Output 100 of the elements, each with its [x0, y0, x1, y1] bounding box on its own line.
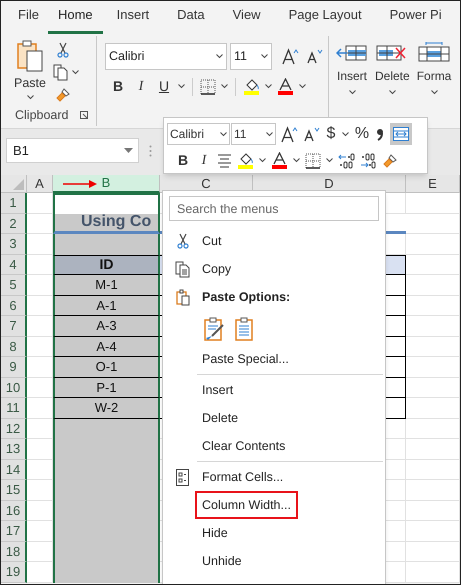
cells-button[interactable]: Forma: [416, 42, 452, 95]
column-header[interactable]: A: [27, 175, 53, 193]
caret-icon[interactable]: [259, 158, 266, 163]
cells-button[interactable]: Insert: [336, 42, 368, 95]
autofit-icon[interactable]: [393, 127, 409, 141]
row-header[interactable]: 15: [1, 480, 27, 500]
row-header[interactable]: 11: [1, 398, 27, 418]
caret-icon[interactable]: [430, 90, 438, 95]
format-painter-icon[interactable]: [55, 87, 71, 103]
bold-button[interactable]: B: [109, 76, 127, 97]
increase-decimal-icon[interactable]: [360, 152, 377, 168]
fill-color-icon[interactable]: [243, 78, 260, 95]
font-size-field[interactable]: 11: [230, 43, 272, 70]
caret-icon[interactable]: [326, 158, 333, 163]
decrease-decimal-icon[interactable]: [338, 152, 355, 168]
menu-item[interactable]: Format Cells...: [202, 468, 284, 486]
dialog-launcher-icon[interactable]: [80, 111, 88, 119]
font-size-field[interactable]: 11: [231, 123, 276, 145]
borders-icon[interactable]: [200, 78, 216, 94]
caret-icon[interactable]: [221, 84, 228, 89]
italic-button[interactable]: I: [132, 76, 150, 97]
row-header[interactable]: 5: [1, 275, 27, 296]
row-header[interactable]: 8: [1, 336, 27, 357]
row-header[interactable]: 18: [1, 542, 27, 562]
comma-style-icon[interactable]: [375, 126, 385, 142]
copy-icon: [174, 260, 190, 278]
row-header[interactable]: 19: [1, 562, 27, 582]
caret-icon[interactable]: [72, 70, 79, 75]
menu-item[interactable]: Column Width...: [195, 490, 298, 520]
caret-icon[interactable]: [216, 54, 223, 59]
row-header[interactable]: 1: [1, 193, 27, 214]
search-field[interactable]: Search the menus: [169, 196, 379, 221]
caret-icon[interactable]: [348, 90, 356, 95]
paste-values-icon[interactable]: [235, 316, 253, 340]
sheet-cell[interactable]: [53, 562, 160, 582]
row-header[interactable]: 17: [1, 521, 27, 542]
row-header[interactable]: 16: [1, 500, 27, 521]
row-header[interactable]: 7: [1, 316, 27, 336]
sheet-cell[interactable]: [53, 234, 160, 254]
ribbon-tab[interactable]: View: [218, 4, 275, 34]
increase-font-size-icon[interactable]: [282, 48, 299, 65]
caret-icon[interactable]: [26, 94, 34, 100]
row-header[interactable]: 13: [1, 439, 27, 460]
bold-button[interactable]: B: [175, 150, 191, 171]
ribbon-tab[interactable]: File: [9, 4, 48, 34]
align-center-icon[interactable]: [217, 154, 232, 168]
drag-handle-icon[interactable]: [149, 145, 152, 157]
ribbon-tab[interactable]: Page Layout: [274, 4, 376, 34]
copy-icon[interactable]: [53, 64, 69, 81]
ribbon-tab[interactable]: Data: [163, 4, 219, 34]
name-box[interactable]: B1: [6, 138, 139, 163]
caret-icon[interactable]: [299, 84, 306, 89]
caret-icon[interactable]: [266, 132, 273, 136]
percent-button[interactable]: %: [354, 122, 370, 146]
borders-icon[interactable]: [305, 152, 321, 168]
currency-button[interactable]: $: [325, 122, 337, 146]
column-header[interactable]: B: [53, 175, 160, 193]
ribbon-tab[interactable]: Insert: [102, 4, 164, 34]
row-header[interactable]: 4: [1, 254, 27, 275]
font-color-icon[interactable]: [277, 78, 294, 95]
row-header[interactable]: 12: [1, 418, 27, 439]
menu-item[interactable]: Clear Contents: [202, 436, 286, 456]
column-header[interactable]: E: [406, 175, 460, 193]
caret-icon[interactable]: [342, 132, 349, 136]
sheet-cell[interactable]: [53, 193, 160, 214]
caret-icon[interactable]: [178, 84, 185, 89]
italic-button[interactable]: I: [196, 150, 212, 171]
menu-item[interactable]: Paste Special...: [202, 350, 289, 368]
fill-color-icon[interactable]: [237, 152, 254, 169]
row-header[interactable]: 6: [1, 296, 27, 316]
cells-button[interactable]: Delete: [375, 42, 410, 95]
sheet-cell[interactable]: [53, 418, 160, 439]
menu-item[interactable]: Delete: [202, 408, 238, 428]
caret-icon[interactable]: [293, 158, 300, 163]
underline-button[interactable]: U: [155, 76, 173, 97]
paste-button[interactable]: Paste: [13, 40, 47, 108]
format-painter-icon[interactable]: [382, 152, 398, 168]
menu-item[interactable]: Hide: [202, 524, 228, 542]
menu-item[interactable]: Insert: [202, 380, 234, 400]
caret-icon[interactable]: [220, 132, 227, 136]
row-header[interactable]: 9: [1, 357, 27, 378]
row-header[interactable]: 14: [1, 460, 27, 480]
increase-font-size-icon[interactable]: [281, 126, 298, 142]
caret-icon[interactable]: [261, 54, 268, 59]
scissors-icon[interactable]: [57, 42, 69, 58]
row-header[interactable]: 2: [1, 214, 27, 234]
caret-icon[interactable]: [388, 90, 396, 95]
paste-formatting-icon[interactable]: [203, 316, 225, 340]
font-name-field[interactable]: Calibri: [167, 123, 230, 145]
decrease-font-size-icon[interactable]: [306, 48, 323, 65]
caret-icon[interactable]: [265, 84, 272, 89]
ribbon-tab[interactable]: Power Pi: [376, 4, 456, 34]
font-color-icon[interactable]: [271, 152, 288, 169]
menu-item[interactable]: Copy: [202, 260, 232, 278]
row-header[interactable]: 3: [1, 234, 27, 254]
decrease-font-size-icon[interactable]: [303, 126, 320, 142]
menu-item[interactable]: Unhide: [202, 552, 242, 570]
row-header[interactable]: 10: [1, 378, 27, 398]
menu-item[interactable]: Cut: [202, 232, 222, 250]
font-name-field[interactable]: Calibri: [105, 43, 227, 70]
